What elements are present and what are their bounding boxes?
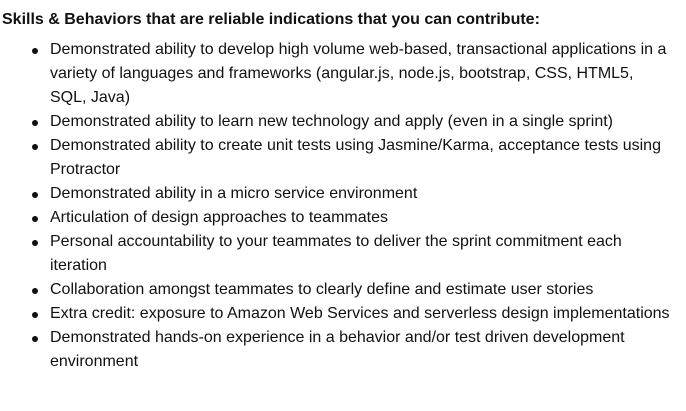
list-item-text: Demonstrated hands-on experience in a be… (50, 329, 625, 370)
skills-section: Skills & Behaviors that are reliable ind… (0, 0, 686, 411)
bullet-icon (32, 312, 38, 318)
list-item-text: Demonstrated ability to learn new techno… (50, 113, 613, 130)
bullet-icon (32, 192, 38, 198)
list-item: Personal accountability to your teammate… (32, 230, 670, 278)
list-item-text: Articulation of design approaches to tea… (50, 209, 388, 226)
list-item: Demonstrated ability to learn new techno… (32, 110, 670, 134)
list-item: Demonstrated ability in a micro service … (32, 182, 670, 206)
bullet-icon (32, 288, 38, 294)
list-item: Demonstrated ability to create unit test… (32, 134, 670, 182)
bullet-icon (32, 144, 38, 150)
list-item-text: Extra credit: exposure to Amazon Web Ser… (50, 305, 670, 322)
section-heading: Skills & Behaviors that are reliable ind… (2, 11, 540, 28)
skills-list: Demonstrated ability to develop high vol… (0, 38, 686, 374)
list-item-text: Demonstrated ability to develop high vol… (50, 41, 667, 106)
bullet-icon (32, 336, 38, 342)
bullet-icon (32, 240, 38, 246)
bullet-icon (32, 120, 38, 126)
list-item-text: Collaboration amongst teammates to clear… (50, 281, 594, 298)
bullet-icon (32, 216, 38, 222)
bullet-icon (32, 48, 38, 54)
list-item-text: Personal accountability to your teammate… (50, 233, 622, 274)
list-item: Demonstrated ability to develop high vol… (32, 38, 670, 110)
list-item-text: Demonstrated ability to create unit test… (50, 137, 661, 178)
list-item-text: Demonstrated ability in a micro service … (50, 185, 418, 202)
list-item: Collaboration amongst teammates to clear… (32, 278, 670, 302)
list-item: Extra credit: exposure to Amazon Web Ser… (32, 302, 670, 326)
list-item: Articulation of design approaches to tea… (32, 206, 670, 230)
list-item: Demonstrated hands-on experience in a be… (32, 326, 670, 374)
